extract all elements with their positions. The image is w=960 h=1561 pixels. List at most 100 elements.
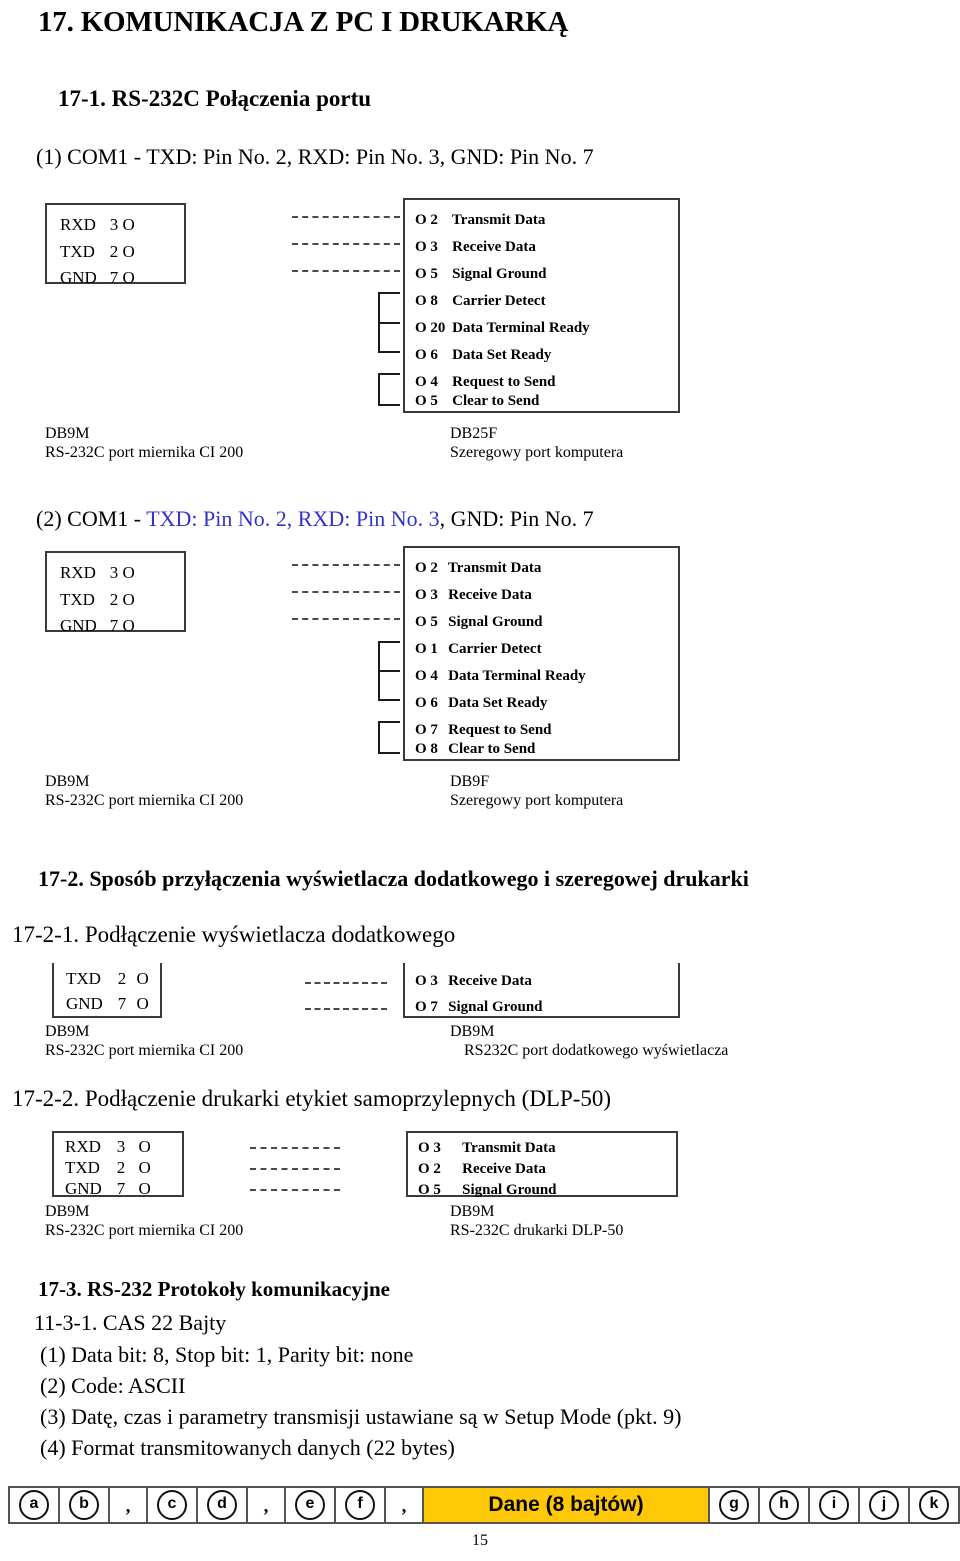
signal-name: Data Set Ready — [448, 695, 548, 711]
connection-2-heading-highlight: TXD: Pin No. 2, RXD: Pin No. 3 — [146, 506, 440, 531]
protocol-line-3: (3) Datę, czas i parametry transmisji us… — [40, 1404, 682, 1429]
signal-row: O 2 Receive Data — [418, 1162, 546, 1177]
signal-name: Transmit Data — [462, 1140, 556, 1156]
byte-cell-b: b — [58, 1486, 110, 1524]
signal-connector-icon: O — [415, 374, 427, 390]
signal-name: Receive Data — [448, 973, 532, 989]
byte-cell-h: h — [758, 1486, 810, 1524]
protocol-line-4: (4) Format transmitowanych danych (22 by… — [40, 1435, 455, 1460]
pin-label: TXD — [65, 1158, 100, 1177]
signal-row: O 5 Clear to Send — [415, 394, 539, 409]
signal-connector-icon: O — [415, 293, 427, 309]
signal-name: Receive Data — [448, 587, 532, 603]
signal-pin-number: 8 — [430, 293, 438, 309]
signal-connector-icon: O — [415, 212, 427, 228]
pin-label: GND — [60, 616, 97, 635]
signal-connector-icon: O — [415, 641, 427, 657]
byte-cell-comma-3: , — [384, 1486, 424, 1524]
display-connector-right-caption-line1: DB9M — [450, 1023, 495, 1040]
pin-label: GND — [60, 268, 97, 287]
printer-connector-right-caption-line2: RS-232C drukarki DLP-50 — [450, 1222, 624, 1239]
byte-cell-comma-2: , — [246, 1486, 286, 1524]
display-connector-left-caption-line1: DB9M — [45, 1023, 90, 1040]
signal-row: O 7 Signal Ground — [415, 1000, 543, 1015]
byte-letter-h: h — [769, 1490, 799, 1520]
signal-connector-icon: O — [415, 973, 427, 989]
signal-connector-icon: O — [415, 587, 427, 603]
byte-letter-a: a — [19, 1490, 49, 1520]
pin-connector-icon: O — [138, 1179, 151, 1198]
byte-letter-k: k — [919, 1490, 949, 1520]
signal-row: O 8 Carrier Detect — [415, 294, 546, 309]
signal-connector-icon: O — [415, 320, 427, 336]
byte-cell-f: f — [334, 1486, 386, 1524]
pin-label: RXD — [60, 563, 96, 582]
pin-row: TXD 2 O — [60, 243, 135, 260]
signal-pin-number: 5 — [430, 393, 438, 409]
signal-pin-number: 20 — [430, 320, 446, 336]
pin-connector-icon: O — [136, 969, 149, 988]
signal-pin-number: 8 — [430, 741, 438, 757]
pin-connector-icon: O — [122, 590, 135, 609]
pin-row: GND 7 O — [65, 1180, 151, 1197]
connector-1-right-signalbox: O 2 Transmit Data O 3 Receive Data O 5 S… — [403, 198, 680, 413]
pin-row: TXD 2 O — [65, 1159, 151, 1176]
signal-link-dashed — [305, 1008, 387, 1010]
signal-name: Request to Send — [452, 374, 556, 390]
signal-connector-icon: O — [418, 1161, 430, 1177]
pin-connector-icon: O — [138, 1158, 151, 1177]
display-connector-left-pinbox: TXD 2 O GND 7 O — [52, 963, 162, 1018]
signal-connector-icon: O — [418, 1182, 430, 1198]
signal-connector-icon: O — [415, 722, 427, 738]
byte-letter-j: j — [869, 1490, 899, 1520]
signal-connector-icon: O — [415, 741, 427, 757]
byte-cell-k: k — [908, 1486, 960, 1524]
pin-number: 7 — [109, 616, 119, 635]
signal-row: O 6 Data Set Ready — [415, 696, 547, 711]
pin-row: GND 7 O — [60, 617, 135, 634]
connection-2-heading-prefix: (2) COM1 - — [36, 506, 147, 531]
protocol-line-1: (1) Data bit: 8, Stop bit: 1, Parity bit… — [40, 1342, 414, 1367]
signal-row: O 3 Receive Data — [415, 588, 532, 603]
byte-cell-c: c — [146, 1486, 198, 1524]
signal-pin-number: 2 — [433, 1161, 441, 1177]
signal-connector-icon: O — [415, 999, 427, 1015]
signal-link-dashed — [250, 1147, 340, 1149]
signal-row: O 4 Request to Send — [415, 375, 556, 390]
pin-row: TXD 2 O — [66, 970, 149, 987]
chapter-title: 17. KOMUNIKACJA Z PC I DRUKARKĄ — [38, 6, 569, 38]
printer-connector-left-caption-line1: DB9M — [45, 1203, 90, 1220]
signal-name: Signal Ground — [448, 614, 543, 630]
signal-name: Request to Send — [448, 722, 552, 738]
signal-connector-icon: O — [415, 668, 427, 684]
signal-link-dashed — [292, 564, 400, 566]
printer-connector-left-caption-line2: RS-232C port miernika CI 200 — [45, 1222, 244, 1239]
signal-pin-number: 5 — [430, 266, 438, 282]
signal-pin-number: 2 — [430, 560, 438, 576]
signal-pin-number: 2 — [430, 212, 438, 228]
signal-pin-number: 3 — [430, 587, 438, 603]
signal-name: Receive Data — [452, 239, 536, 255]
connection-1-heading-text: (1) COM1 - TXD: Pin No. 2, RXD: Pin No. … — [36, 144, 594, 169]
printer-connector-right-signalbox: O 3 Transmit Data O 2 Receive Data O 5 S… — [406, 1131, 678, 1198]
byte-cell-i: i — [808, 1486, 860, 1524]
connector-1-left-pinbox: RXD 3 O TXD 2 O GND 7 O — [45, 203, 186, 287]
connection-2-heading: (2) COM1 - TXD: Pin No. 2, RXD: Pin No. … — [36, 506, 594, 532]
connector-2-right-signalbox: O 2 Transmit Data O 3 Receive Data O 5 S… — [403, 546, 680, 761]
display-connector-right-caption-line2: RS232C port dodatkowego wyświetlacza — [464, 1042, 729, 1059]
signal-row: O 5 Signal Ground — [418, 1183, 557, 1198]
byte-cell-j: j — [858, 1486, 910, 1524]
connector-2-right-caption-line2: Szeregowy port komputera — [450, 792, 624, 809]
signal-connector-icon: O — [415, 560, 427, 576]
signal-row: O 3 Receive Data — [415, 240, 536, 255]
pin-label: GND — [66, 994, 103, 1013]
signal-connector-icon: O — [415, 239, 427, 255]
byte-letter-b: b — [69, 1490, 99, 1520]
byte-cell-a: a — [8, 1486, 60, 1524]
section-title-17-2: 17-2. Sposób przyłączenia wyświetlacza d… — [38, 866, 749, 891]
signal-pin-number: 6 — [430, 347, 438, 363]
connector-1-right-caption-line1: DB25F — [450, 425, 498, 442]
signal-row: O 8 Clear to Send — [415, 742, 535, 757]
signal-pin-number: 5 — [433, 1182, 441, 1198]
signal-row: O 5 Signal Ground — [415, 267, 547, 282]
